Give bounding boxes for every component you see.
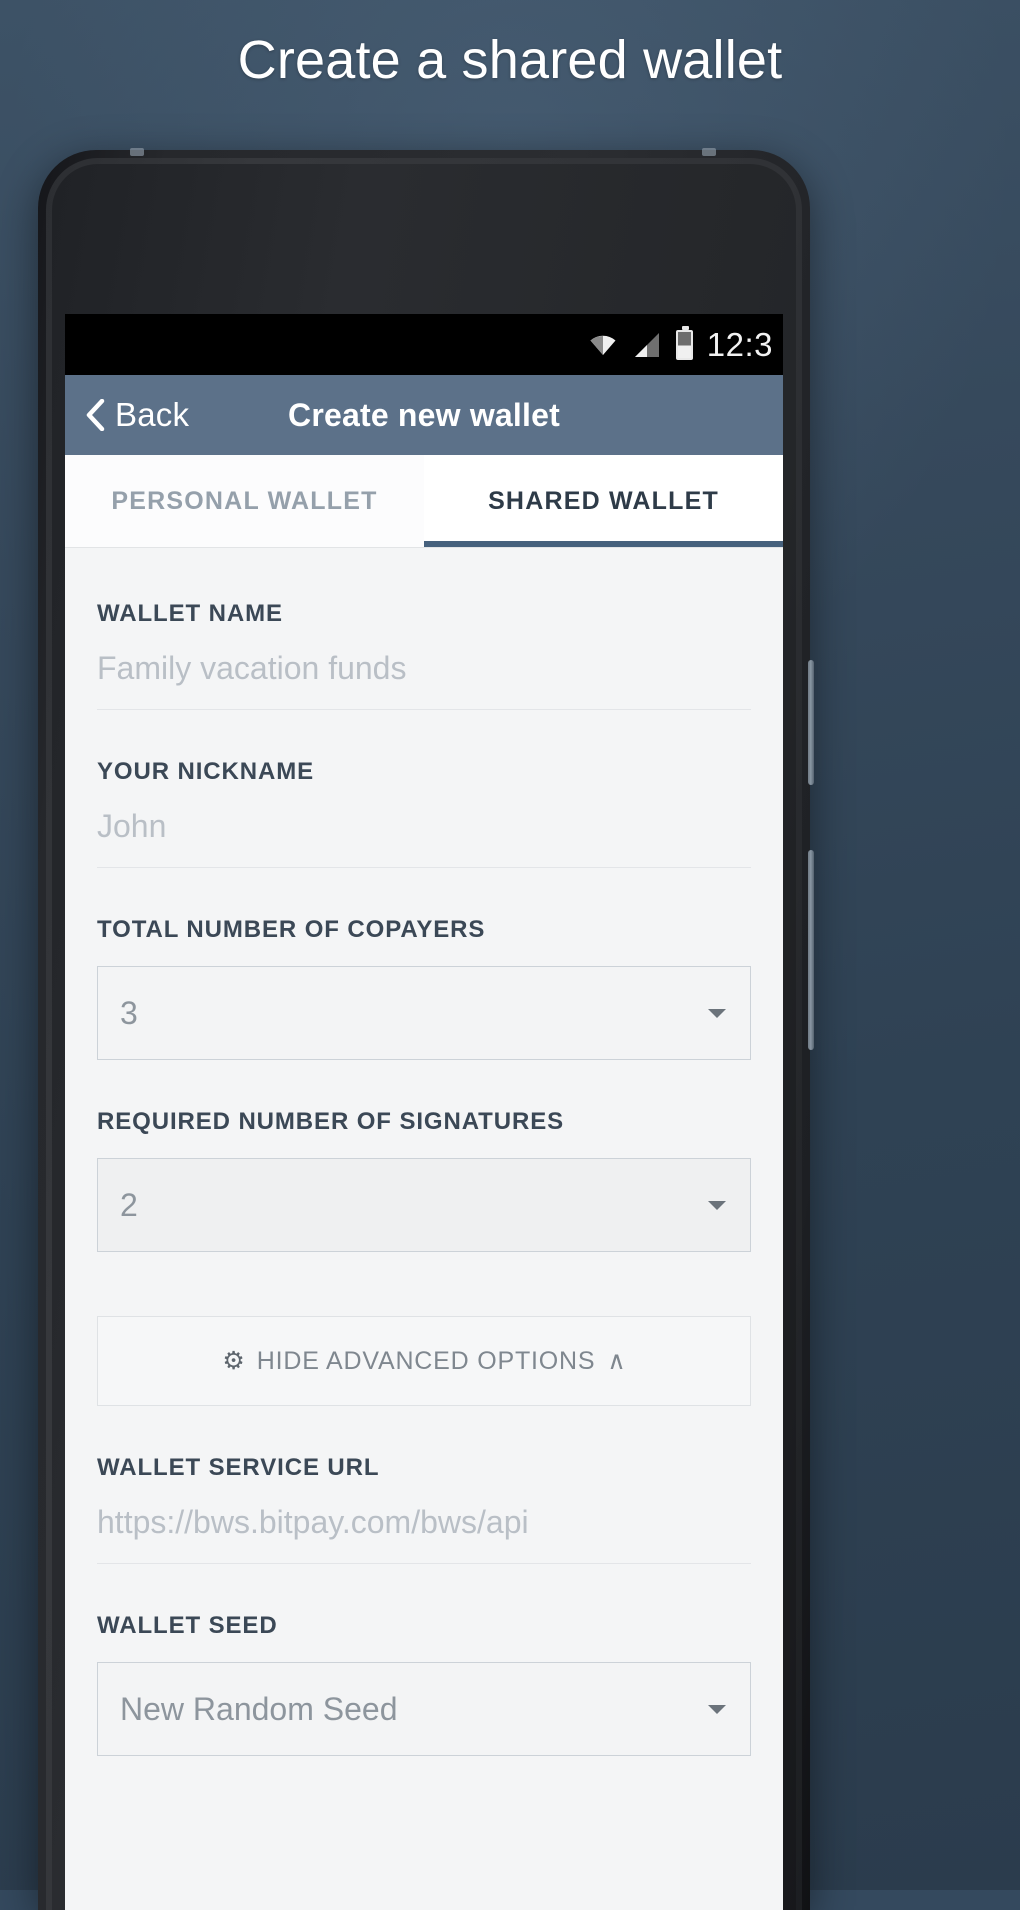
back-button-label: Back [115, 396, 189, 434]
status-bar-icon-group [588, 330, 693, 360]
wallet-seed-field-group: WALLET SEED New Random Seed [65, 1612, 783, 1756]
wallet-service-url-field-group: WALLET SERVICE URL https://bws.bitpay.co… [65, 1454, 783, 1564]
nickname-field-group: YOUR NICKNAME John [65, 758, 783, 868]
battery-icon [676, 330, 693, 360]
navigation-bar: Back Create new wallet [65, 375, 783, 455]
wallet-name-label: WALLET NAME [97, 600, 751, 628]
status-bar-clock: 12:3 [707, 326, 773, 364]
hide-advanced-options-label: HIDE ADVANCED OPTIONS [257, 1347, 596, 1376]
wifi-icon [588, 333, 618, 357]
wallet-seed-value: New Random Seed [120, 1691, 397, 1728]
total-copayers-value: 3 [120, 995, 138, 1032]
gear-icon: ⚙ [222, 1349, 244, 1374]
phone-screen: 12:3 Back Create new wallet PERSONAL WAL… [65, 314, 783, 1910]
phone-device-mockup: 12:3 Back Create new wallet PERSONAL WAL… [38, 150, 810, 1910]
tab-bar: PERSONAL WALLET SHARED WALLET [65, 455, 783, 548]
required-signatures-value: 2 [120, 1187, 138, 1224]
frame-antenna-nub-left [130, 148, 144, 156]
wallet-service-url-label: WALLET SERVICE URL [97, 1454, 751, 1482]
wallet-name-input[interactable]: Family vacation funds [97, 650, 751, 710]
wallet-name-field-group: WALLET NAME Family vacation funds [65, 600, 783, 710]
frame-antenna-nub-right [702, 148, 716, 156]
required-signatures-select[interactable]: 2 [97, 1158, 751, 1252]
nickname-label: YOUR NICKNAME [97, 758, 751, 786]
create-wallet-form: WALLET NAME Family vacation funds YOUR N… [65, 600, 783, 1910]
required-signatures-field-group: REQUIRED NUMBER OF SIGNATURES 2 [65, 1108, 783, 1252]
chevron-left-icon [85, 399, 105, 431]
hide-advanced-options-button[interactable]: ⚙ HIDE ADVANCED OPTIONS ∧ [97, 1316, 751, 1406]
total-copayers-label: TOTAL NUMBER OF COPAYERS [97, 916, 751, 944]
chevron-down-icon [708, 1009, 726, 1018]
wallet-seed-select[interactable]: New Random Seed [97, 1662, 751, 1756]
volume-button[interactable] [808, 850, 814, 1050]
chevron-down-icon [708, 1201, 726, 1210]
chevron-up-icon: ∧ [607, 1349, 625, 1374]
tab-personal-wallet[interactable]: PERSONAL WALLET [65, 455, 424, 547]
status-bar: 12:3 [65, 314, 783, 375]
chevron-down-icon [708, 1705, 726, 1714]
nickname-input[interactable]: John [97, 808, 751, 868]
required-signatures-label: REQUIRED NUMBER OF SIGNATURES [97, 1108, 751, 1136]
page-title: Create a shared wallet [0, 0, 1020, 120]
total-copayers-select[interactable]: 3 [97, 966, 751, 1060]
tab-shared-wallet[interactable]: SHARED WALLET [424, 455, 783, 547]
wallet-seed-label: WALLET SEED [97, 1612, 751, 1640]
back-button[interactable]: Back [65, 396, 189, 434]
cellular-signal-icon [633, 332, 661, 358]
power-button[interactable] [808, 660, 814, 785]
wallet-service-url-input[interactable]: https://bws.bitpay.com/bws/api [97, 1504, 751, 1564]
total-copayers-field-group: TOTAL NUMBER OF COPAYERS 3 [65, 916, 783, 1060]
